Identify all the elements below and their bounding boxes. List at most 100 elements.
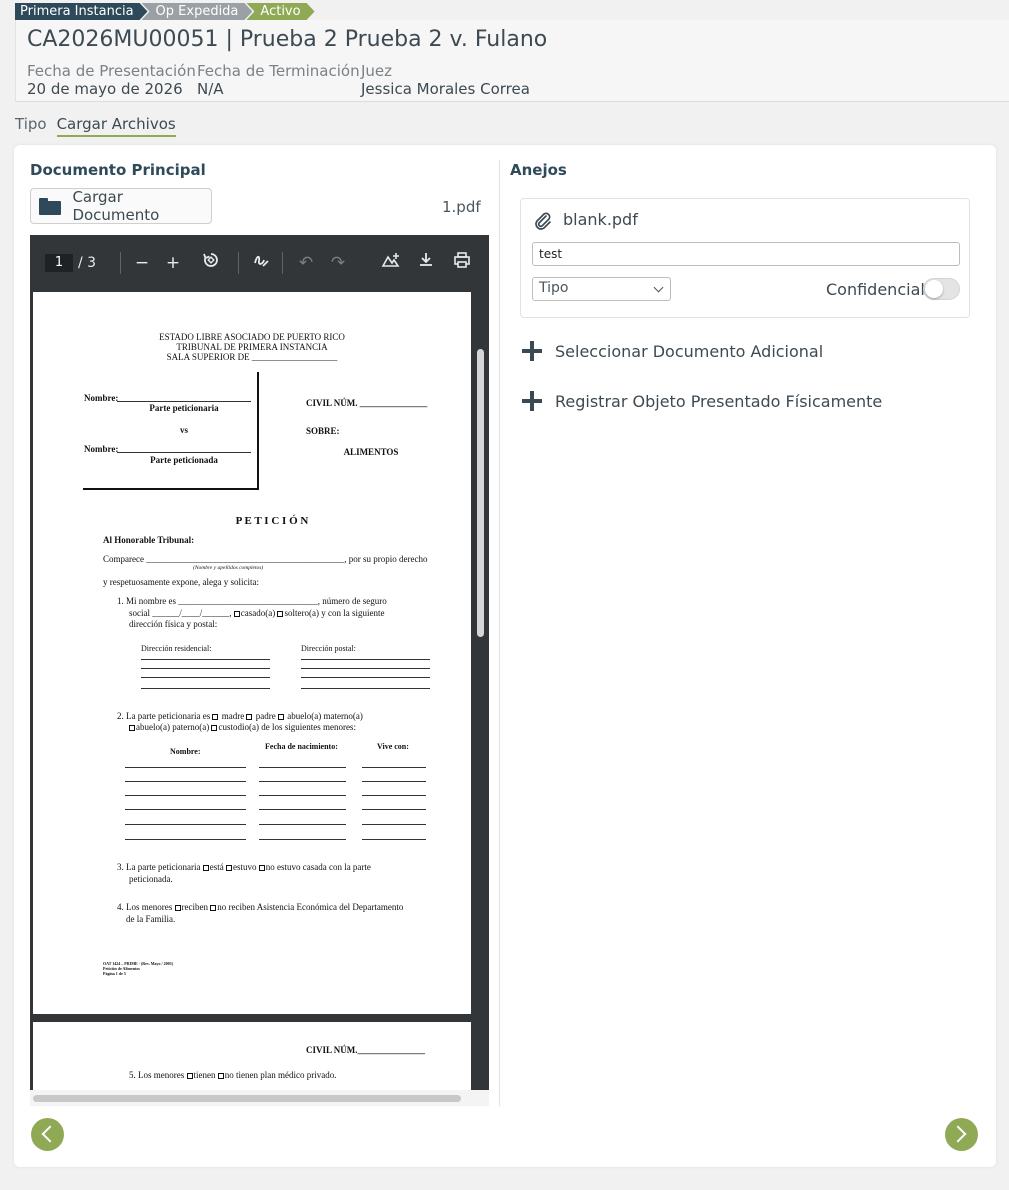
pdf-item4a: 4. Los menores reciben no reciben Asiste… — [117, 902, 403, 912]
pdf-no-reciben: no reciben Asistencia Económica del Depa… — [217, 902, 404, 912]
checkbox-icon — [217, 1072, 224, 1079]
toggle-knob — [925, 280, 943, 298]
register-object-button[interactable]: Registrar Objeto Presentado Físicamente — [522, 391, 882, 411]
confidencial-label: Confidencial — [826, 280, 925, 299]
tipo-select[interactable]: Tipo — [532, 277, 671, 301]
add-annotation-icon[interactable] — [379, 251, 403, 275]
pdf-col-nombre: Nombre: — [170, 747, 201, 756]
fecha-presentacion: Fecha de Presentación 20 de mayo de 2026 — [27, 62, 196, 98]
pdf-item4a-pre: 4. Los menores — [117, 902, 173, 912]
pdf-padre: padre — [255, 711, 276, 721]
pdf-p2-civil: CIVIL NÚM._______________ — [306, 1045, 426, 1055]
previous-step-button[interactable] — [31, 1118, 64, 1151]
pdf-expone: y respetuosamente expone, alega y solici… — [103, 577, 259, 587]
pdf-line — [362, 781, 426, 782]
pdf-custodio: custodio(a) de los siguientes menores: — [218, 722, 356, 732]
pdf-alimentos: ALIMENTOS — [343, 447, 399, 457]
pdf-nombre-1: Nombre: — [84, 393, 119, 403]
add-document-button[interactable]: Seleccionar Documento Adicional — [522, 341, 823, 361]
pdf-line — [259, 781, 346, 782]
pdf-line — [117, 452, 251, 453]
pdf-comparece: Comparece ______________________________… — [103, 554, 428, 564]
pdf-dir-res: Dirección residencial: — [141, 644, 212, 653]
pdf-line — [125, 809, 246, 810]
register-object-label: Registrar Objeto Presentado Físicamente — [555, 391, 883, 411]
pdf-item2a-pre: 2. La parte peticionaria es — [117, 711, 211, 721]
print-icon[interactable] — [450, 251, 474, 275]
pdf-honorable: Al Honorable Tribunal: — [103, 535, 195, 545]
case-title: CA2026MU00051 | Prueba 2 Prueba 2 v. Ful… — [27, 27, 548, 52]
page-total: / 3 — [78, 255, 97, 271]
tabs: Tipo Cargar Archivos — [15, 115, 176, 137]
download-icon[interactable] — [414, 251, 438, 275]
fecha-presentacion-value: 20 de mayo de 2026 — [27, 80, 183, 98]
attachment-name[interactable]: blank.pdf — [563, 210, 638, 229]
tab-tipo[interactable]: Tipo — [15, 115, 47, 137]
pdf-line — [362, 795, 426, 796]
pdf-line — [125, 795, 246, 796]
cargar-documento-label: Cargar Documento — [72, 188, 160, 224]
principal-filename: 1.pdf — [442, 198, 481, 216]
pdf-pages-area[interactable]: ESTADO LIBRE ASOCIADO DE PUERTO RICO TRI… — [30, 290, 489, 1102]
pdf-line — [259, 795, 346, 796]
tipo-select-label: Tipo — [539, 280, 569, 296]
next-step-button[interactable] — [945, 1118, 978, 1151]
toolbar-divider — [120, 252, 121, 274]
pdf-toolbar: 1 / 3 − + ↶ ↷ — [30, 235, 489, 290]
pdf-p2-item5: 5. Los menores tienen no tienen plan méd… — [129, 1070, 336, 1080]
pdf-page-1: ESTADO LIBRE ASOCIADO DE PUERTO RICO TRI… — [33, 292, 471, 1014]
pdf-esta: está — [209, 862, 224, 872]
case-header: CA2026MU00051 | Prueba 2 Prueba 2 v. Ful… — [15, 20, 1009, 102]
rotate-icon[interactable] — [199, 251, 223, 275]
checkbox-icon — [186, 1072, 193, 1079]
fecha-terminacion-label: Fecha de Terminación — [197, 62, 360, 80]
undo-icon[interactable]: ↶ — [294, 251, 318, 275]
pdf-parte-2: Parte peticionada — [150, 455, 218, 465]
checkbox-icon — [212, 713, 219, 720]
crumb-op-expedida: Op Expedida — [142, 3, 253, 20]
fecha-terminacion: Fecha de Terminación N/A — [197, 62, 360, 98]
pdf-line — [125, 767, 246, 768]
annotate-pen-icon[interactable] — [249, 251, 273, 275]
pdf-item1a: 1. Mi nombre es ________________________… — [117, 596, 387, 606]
zoom-in-icon[interactable]: + — [161, 251, 185, 275]
pdf-parte-1: Parte peticionaria — [149, 403, 219, 413]
status-breadcrumb: Primera Instancia Op Expedida Activo — [15, 3, 309, 20]
confidencial-toggle[interactable] — [923, 278, 960, 300]
pdf-item3b: peticionada. — [129, 874, 173, 884]
pdf-item1b: social ______/____/______, casado(a) sol… — [129, 608, 384, 618]
pdf-nombre-apellidos: (Nombre y apellidos completos) — [193, 565, 264, 571]
checkbox-icon — [174, 904, 181, 911]
page-number-input[interactable]: 1 — [45, 254, 73, 272]
folder-icon — [39, 197, 62, 215]
pdf-viewer: 1 / 3 − + ↶ ↷ ESTADO LIBRE ASOCIADO DE P… — [30, 235, 489, 1106]
pdf-vertical-scrollbar[interactable] — [477, 349, 484, 637]
pdf-dir-post: Dirección postal: — [301, 644, 356, 653]
cargar-documento-button[interactable]: Cargar Documento — [30, 188, 212, 224]
checkbox-icon — [129, 724, 135, 731]
pdf-line — [141, 688, 270, 689]
pdf-caption-bottom — [83, 488, 259, 490]
juez-value: Jessica Morales Correa — [361, 80, 530, 98]
attachment-description-input[interactable] — [532, 242, 960, 266]
pdf-line — [362, 809, 426, 810]
pdf-horizontal-scrollbar[interactable] — [33, 1095, 461, 1102]
redo-icon[interactable]: ↷ — [326, 251, 350, 275]
pdf-abuelo-p: abuelo(a) paterno(a) — [136, 722, 210, 732]
pdf-vs: vs — [179, 425, 188, 435]
pdf-p2-tienen: tienen — [193, 1070, 216, 1080]
toolbar-divider — [238, 252, 239, 274]
pdf-item3a: 3. La parte peticionaria está estuvo no … — [117, 862, 371, 872]
pdf-item2b: abuelo(a) paterno(a) custodio(a) de los … — [129, 722, 356, 732]
paperclip-icon — [535, 212, 551, 230]
attachment-card: blank.pdf Tipo Confidencial — [520, 198, 970, 318]
pdf-civil: CIVIL NÚM. _______________ — [306, 398, 428, 408]
tab-cargar-archivos[interactable]: Cargar Archivos — [56, 115, 176, 137]
pdf-header-1: ESTADO LIBRE ASOCIADO DE PUERTO RICO — [159, 332, 345, 342]
checkbox-icon — [211, 724, 218, 731]
pdf-line — [362, 839, 426, 840]
pdf-line — [125, 824, 246, 825]
checkbox-icon — [233, 610, 240, 617]
zoom-out-icon[interactable]: − — [130, 251, 154, 275]
pdf-col-fecha: Fecha de nacimiento: — [265, 742, 338, 751]
